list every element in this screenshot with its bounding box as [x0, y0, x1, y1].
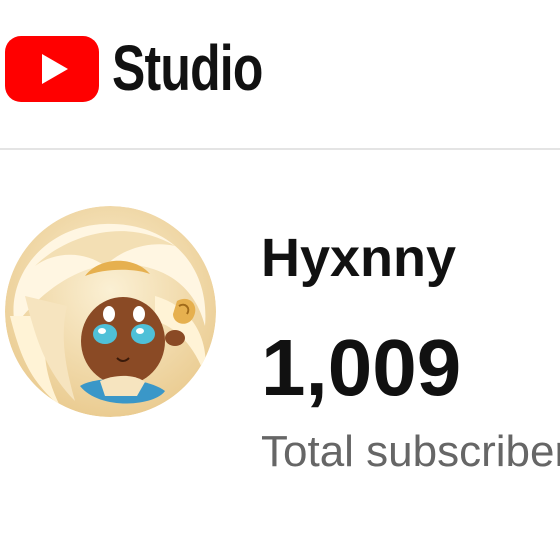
subscriber-count: 1,009 [261, 323, 462, 412]
app-header: Studio [0, 0, 560, 148]
channel-avatar[interactable] [5, 206, 216, 417]
app-title: Studio [112, 32, 263, 104]
channel-name[interactable]: Hyxnny [261, 226, 456, 290]
studio-channel-page: Studio Hyxnny 1,009 Total subscribers [0, 0, 560, 560]
header-divider [0, 148, 560, 150]
subscriber-label: Total subscribers [261, 427, 560, 476]
youtube-play-icon[interactable] [5, 36, 99, 102]
